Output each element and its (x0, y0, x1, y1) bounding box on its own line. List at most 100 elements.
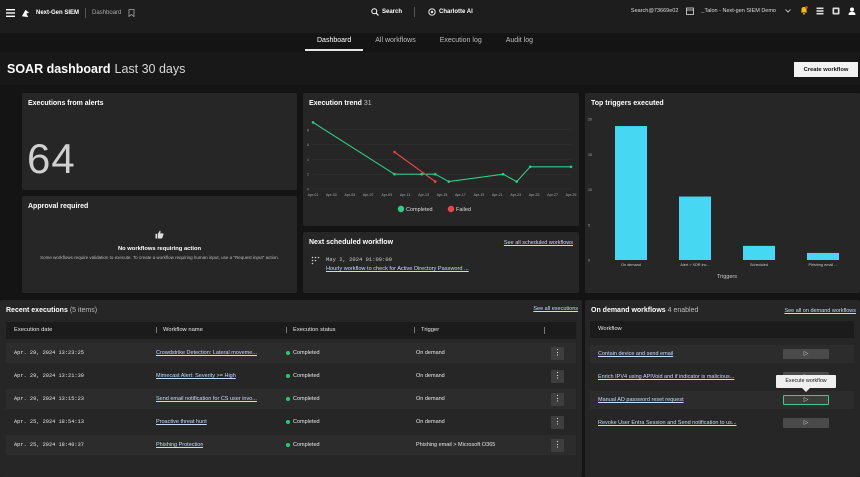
x-tick-label: Apr-11 (400, 193, 411, 197)
notification-bell-icon[interactable] (799, 6, 808, 15)
workflow-name-link[interactable]: Send email notification for CS user invo… (156, 396, 257, 402)
create-workflow-button[interactable]: Create workflow (794, 62, 858, 77)
approval-heading: No workflows requiring action (117, 246, 202, 252)
x-tick-label: Apr-23 (510, 193, 521, 197)
charlotte-ai-button[interactable]: Charlotte AI (427, 8, 473, 17)
y-tick-label: 20 (588, 118, 592, 122)
tenant-selector[interactable]: _Talon - Next-gen SIEM Demo (701, 8, 776, 14)
data-point (515, 180, 518, 183)
status-dot (286, 350, 290, 355)
workflow-name-link[interactable]: Phishing Protection (156, 442, 203, 448)
legend-label: Failed (456, 207, 471, 213)
approval-required-card: Approval required No workflows requiring… (22, 196, 297, 293)
execute-workflow-button[interactable]: ▷ (783, 418, 829, 428)
approval-description: Some workflows require validation to exe… (40, 255, 279, 260)
workflow-name-link[interactable]: Crowdstrike Detection: Lateral moveme... (156, 350, 257, 356)
status-text: Completed (293, 396, 320, 402)
top-triggers-chart: 0 5 10 15 20 On demand Alert > XDR inc... Sched… (588, 118, 839, 280)
col-execution-date[interactable]: Execution date (14, 327, 52, 333)
row-actions-kebab-icon[interactable]: ⋮ (551, 416, 564, 429)
tab-all-workflows[interactable]: All workflows (363, 35, 427, 51)
hamburger-menu-icon[interactable] (6, 9, 15, 18)
calendar-icon[interactable] (685, 6, 694, 15)
scheduled-workflow-link[interactable]: Hourly workflow to check for Active Dire… (326, 266, 469, 272)
task-list-icon[interactable] (815, 6, 824, 15)
trigger: On demand (416, 373, 445, 379)
search-icon (370, 8, 379, 17)
data-point (433, 180, 437, 183)
search-label: Search (382, 9, 403, 15)
main-tabs: Dashboard All workflows Execution log Au… (305, 35, 545, 51)
legend-label: Completed (406, 207, 433, 213)
row-actions-kebab-icon[interactable]: ⋮ (551, 347, 564, 360)
legend-swatch (397, 205, 405, 213)
x-tick-label: Apr-15 (437, 193, 448, 197)
status-dot (286, 419, 290, 424)
card-title: Recent executions (5 items) (6, 307, 97, 314)
data-point (420, 172, 423, 176)
see-all-scheduled-link[interactable]: See all scheduled workflows (504, 240, 573, 246)
next-scheduled-card: Next scheduled workflow See all schedule… (303, 232, 579, 293)
execution-date: Apr. 25, 2024 18:40:37 (14, 442, 84, 448)
table-row: Apr. 29, 2024 13:23:25 Crowdstrike Detect… (6, 343, 576, 363)
search-button[interactable]: Search (370, 8, 402, 17)
scheduled-date: May 2, 2024 01:00:00 (326, 256, 393, 263)
col-execution-status[interactable]: Execution status (286, 327, 336, 333)
row-actions-kebab-icon[interactable]: ⋮ (551, 439, 564, 452)
tab-audit-log[interactable]: Audit log (494, 35, 545, 51)
card-title: Approval required (28, 203, 89, 210)
ondemand-workflow-link[interactable]: Manual AD password reset request (598, 397, 778, 403)
status-text: Completed (293, 373, 320, 379)
row-actions-kebab-icon[interactable]: ⋮ (551, 393, 564, 406)
x-tick-label: Apr-27 (547, 193, 558, 197)
data-point (393, 150, 396, 154)
data-point (569, 165, 573, 169)
x-axis-label: Triggers (717, 274, 737, 280)
table-row: Apr. 29, 2024 13:15:23 Send email notific… (6, 389, 576, 409)
legend-swatch (447, 205, 455, 213)
charlotte-ai-icon (427, 8, 436, 17)
x-tick-label: Apr-19 (473, 193, 484, 197)
y-tick-label: 4 (307, 158, 309, 162)
x-tick-label: Apr-29 (566, 193, 577, 197)
see-all-ondemand-link[interactable]: See all on demand workflows (784, 308, 856, 314)
x-tick-label: Apr-01 (308, 193, 319, 197)
user-profile-icon[interactable] (847, 6, 856, 15)
tab-execution-log[interactable]: Execution log (428, 35, 494, 51)
x-tick-label: Apr-09 (381, 193, 392, 197)
execution-date: Apr. 29, 2024 13:15:23 (14, 396, 84, 402)
chevron-down-icon[interactable] (783, 6, 792, 15)
ondemand-workflow-link[interactable]: Revoke User Entra Session and Send notif… (598, 420, 778, 426)
execution-status: Completed (286, 373, 320, 379)
status-dot (286, 442, 290, 447)
see-all-executions-link[interactable]: See all executions (533, 306, 578, 312)
page-title-text: SOAR dashboard (7, 62, 111, 76)
workflow-name-link[interactable]: Proactive threat hunt (156, 419, 207, 425)
x-tick-label: Apr-07 (363, 193, 374, 197)
execution-date: Apr. 29, 2024 13:23:25 (14, 350, 84, 356)
table-row: Apr. 29, 2024 13:21:30 Mimecast Alert: Se… (6, 366, 576, 386)
col-workflow: Workflow (598, 326, 622, 332)
breadcrumb-section[interactable]: Dashboard (92, 10, 121, 16)
data-point (433, 172, 437, 176)
col-workflow-name[interactable]: Workflow name (156, 327, 203, 333)
account-search-id[interactable]: Search@73669e02 (631, 8, 678, 14)
x-tick-label: Alert > XDR inc... (680, 263, 709, 267)
data-point (501, 172, 505, 176)
list-item: Manual AD password reset request ▷ (590, 391, 854, 409)
y-tick-label: 10 (588, 188, 592, 192)
row-actions-kebab-icon[interactable]: ⋮ (551, 370, 564, 383)
ondemand-workflow-link[interactable]: Enrich IPV4 using APIVoid and if indicat… (598, 374, 778, 380)
execute-workflow-button[interactable]: ▷ (783, 395, 829, 405)
ondemand-workflow-link[interactable]: Contain device and send email (598, 351, 778, 357)
status-text: Completed (293, 442, 320, 448)
x-tick-label: Apr-17 (455, 193, 466, 197)
execute-workflow-button[interactable]: ▷ (783, 349, 829, 359)
app-launcher-icon[interactable] (831, 6, 840, 15)
schedule-clock-icon (311, 256, 320, 272)
col-trigger[interactable]: Trigger (414, 327, 439, 333)
bookmark-icon[interactable] (127, 9, 136, 18)
tab-dashboard[interactable]: Dashboard (305, 35, 364, 51)
trigger: On demand (416, 419, 445, 425)
workflow-name-link[interactable]: Mimecast Alert: Severity >= High (156, 373, 236, 379)
